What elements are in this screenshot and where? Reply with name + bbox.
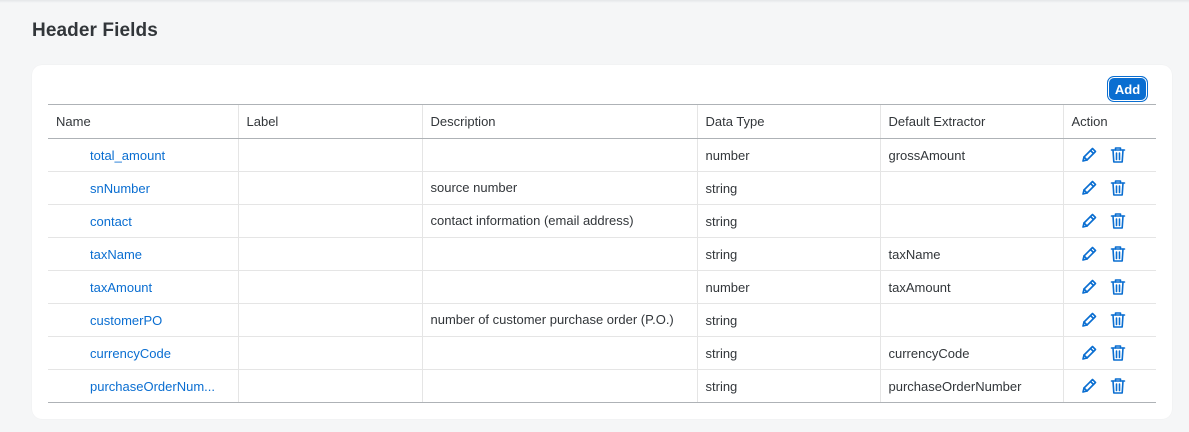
cell-default-extractor: taxAmount	[879, 270, 1063, 304]
cell-description: number of customer purchase order (P.O.)	[421, 303, 697, 337]
edit-icon[interactable]	[1080, 377, 1098, 395]
cell-name: contact	[48, 204, 238, 238]
table-row[interactable]: snNumber source number string	[48, 171, 1156, 205]
edit-icon[interactable]	[1080, 245, 1098, 263]
cell-name: purchaseOrderNum...	[48, 369, 238, 403]
table-row[interactable]: taxAmount number taxAmount	[48, 270, 1156, 304]
table-row[interactable]: taxName string taxName	[48, 237, 1156, 271]
edit-icon[interactable]	[1080, 212, 1098, 230]
cell-default-extractor: taxName	[879, 237, 1063, 271]
cell-label	[237, 237, 422, 271]
cell-data-type: string	[696, 369, 880, 403]
cell-default-extractor: purchaseOrderNumber	[879, 369, 1063, 403]
column-header-default-extractor[interactable]: Default Extractor	[879, 104, 1063, 139]
cell-action	[1062, 303, 1156, 337]
field-name-link[interactable]: purchaseOrderNum...	[90, 379, 215, 394]
delete-icon[interactable]	[1109, 212, 1127, 230]
header-fields-card: Add Name Label Description Data Type Def…	[32, 65, 1172, 419]
cell-description: contact information (email address)	[421, 204, 697, 238]
table-row[interactable]: customerPO number of customer purchase or…	[48, 303, 1156, 337]
table-row[interactable]: currencyCode string currencyCode	[48, 336, 1156, 370]
cell-action	[1062, 204, 1156, 238]
cell-data-type: number	[696, 138, 880, 172]
cell-action	[1062, 369, 1156, 403]
cell-label	[237, 270, 422, 304]
edit-icon[interactable]	[1080, 278, 1098, 296]
column-header-action: Action	[1062, 104, 1156, 139]
delete-icon[interactable]	[1109, 377, 1127, 395]
cell-action	[1062, 270, 1156, 304]
cell-label	[237, 369, 422, 403]
cell-description	[421, 237, 697, 271]
edit-icon[interactable]	[1080, 179, 1098, 197]
field-name-link[interactable]: taxName	[90, 247, 142, 262]
cell-description	[421, 270, 697, 304]
page-title: Header Fields	[32, 20, 158, 41]
cell-data-type: string	[696, 204, 880, 238]
field-name-link[interactable]: snNumber	[90, 181, 150, 196]
table-header-row: Name Label Description Data Type Default…	[48, 104, 1156, 139]
cell-action	[1062, 138, 1156, 172]
cell-label	[237, 171, 422, 205]
cell-default-extractor: currencyCode	[879, 336, 1063, 370]
top-shadow	[0, 0, 1189, 3]
cell-label	[237, 303, 422, 337]
cell-data-type: string	[696, 171, 880, 205]
field-name-link[interactable]: total_amount	[90, 148, 165, 163]
delete-icon[interactable]	[1109, 179, 1127, 197]
table-row[interactable]: contact contact information (email addres…	[48, 204, 1156, 238]
delete-icon[interactable]	[1109, 311, 1127, 329]
cell-label	[237, 204, 422, 238]
table-row[interactable]: total_amount number grossAmount	[48, 138, 1156, 172]
cell-data-type: string	[696, 237, 880, 271]
field-name-link[interactable]: customerPO	[90, 313, 162, 328]
cell-description	[421, 336, 697, 370]
cell-action	[1062, 336, 1156, 370]
field-name-link[interactable]: contact	[90, 214, 132, 229]
column-header-label[interactable]: Label	[237, 104, 422, 139]
cell-description: source number	[421, 171, 697, 205]
delete-icon[interactable]	[1109, 146, 1127, 164]
field-name-link[interactable]: taxAmount	[90, 280, 152, 295]
delete-icon[interactable]	[1109, 344, 1127, 362]
cell-name: total_amount	[48, 138, 238, 172]
edit-icon[interactable]	[1080, 344, 1098, 362]
cell-default-extractor	[879, 171, 1063, 205]
cell-name: snNumber	[48, 171, 238, 205]
cell-name: currencyCode	[48, 336, 238, 370]
cell-data-type: string	[696, 336, 880, 370]
column-header-description[interactable]: Description	[421, 104, 697, 139]
edit-icon[interactable]	[1080, 311, 1098, 329]
cell-label	[237, 336, 422, 370]
cell-description	[421, 138, 697, 172]
cell-data-type: number	[696, 270, 880, 304]
cell-default-extractor	[879, 303, 1063, 337]
column-header-name[interactable]: Name	[48, 104, 238, 139]
cell-description	[421, 369, 697, 403]
edit-icon[interactable]	[1080, 146, 1098, 164]
add-button[interactable]: Add	[1107, 76, 1148, 102]
cell-name: customerPO	[48, 303, 238, 337]
cell-name: taxAmount	[48, 270, 238, 304]
table-row[interactable]: purchaseOrderNum... string purchaseOrderNu…	[48, 369, 1156, 403]
field-name-link[interactable]: currencyCode	[90, 346, 171, 361]
cell-name: taxName	[48, 237, 238, 271]
cell-action	[1062, 237, 1156, 271]
delete-icon[interactable]	[1109, 245, 1127, 263]
column-header-data-type[interactable]: Data Type	[696, 104, 880, 139]
cell-default-extractor	[879, 204, 1063, 238]
cell-label	[237, 138, 422, 172]
cell-action	[1062, 171, 1156, 205]
header-fields-table: Name Label Description Data Type Default…	[48, 104, 1156, 403]
cell-data-type: string	[696, 303, 880, 337]
cell-default-extractor: grossAmount	[879, 138, 1063, 172]
delete-icon[interactable]	[1109, 278, 1127, 296]
